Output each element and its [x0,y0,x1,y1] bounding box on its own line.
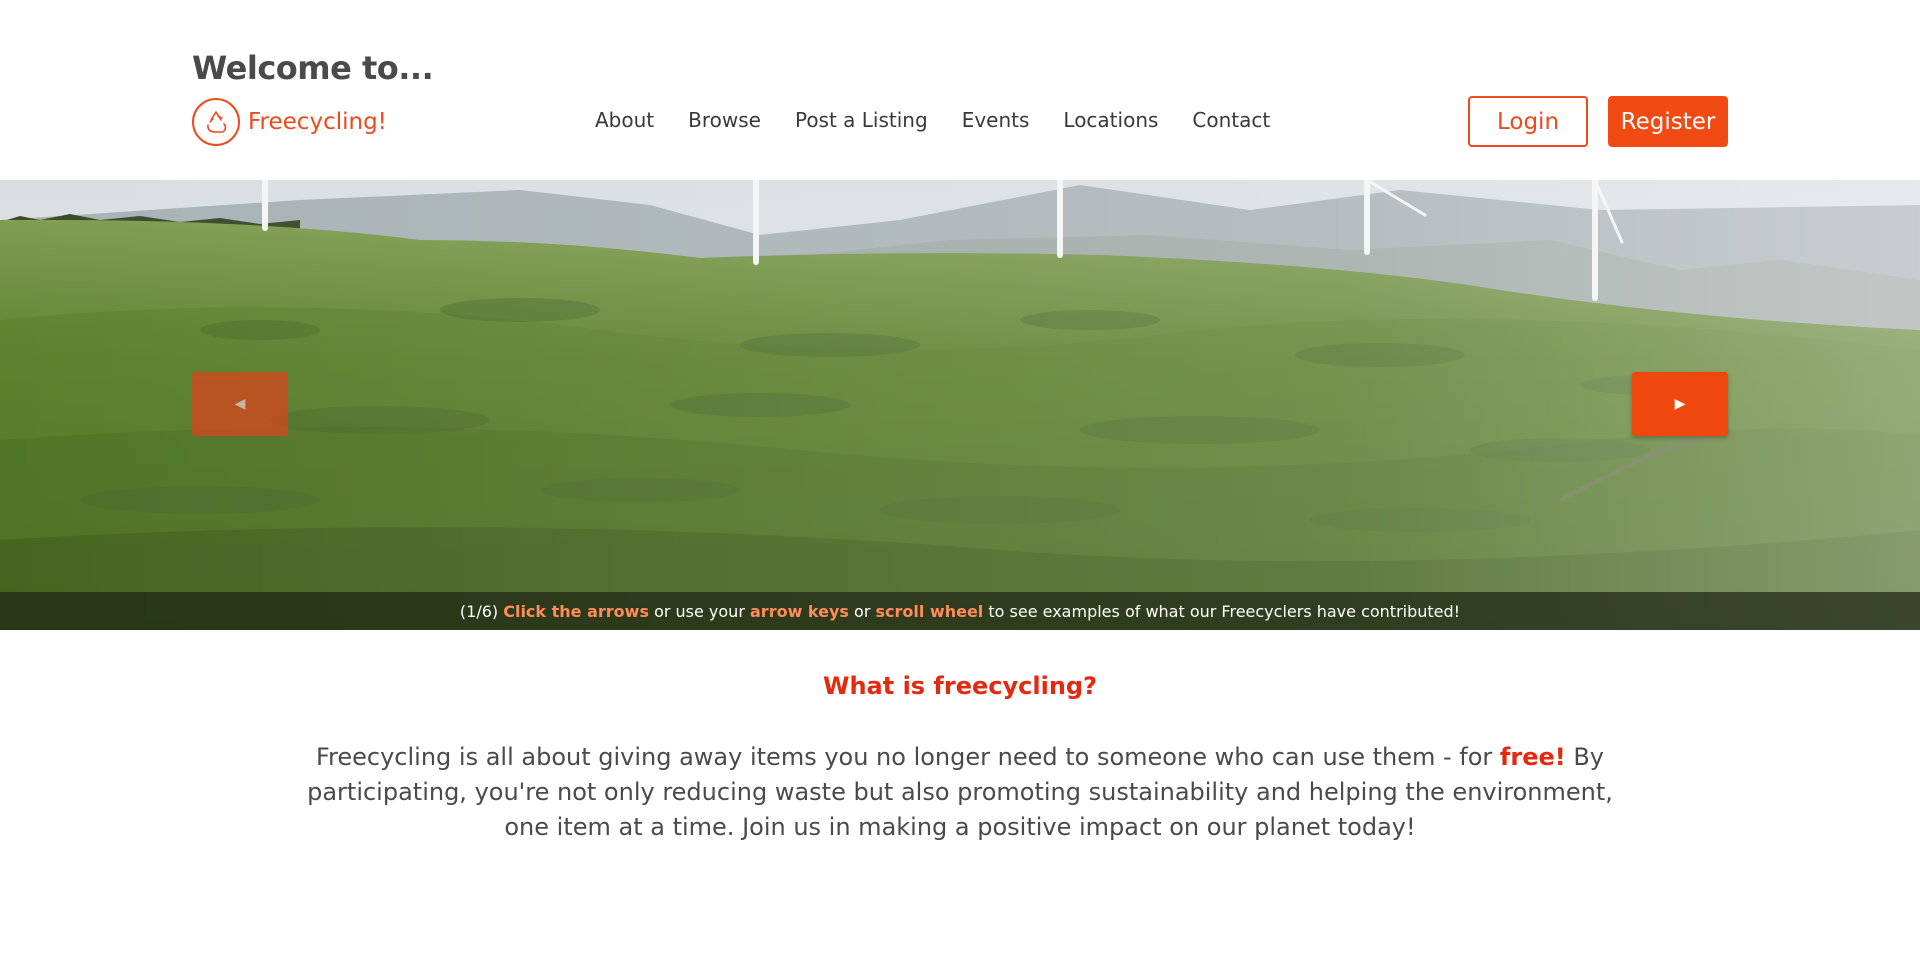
carousel-next-button[interactable]: ▶ [1632,372,1728,436]
caption-highlight-arrows: Click the arrows [503,601,649,621]
caption-highlight-arrow-keys: arrow keys [750,601,849,621]
register-button[interactable]: Register [1608,96,1728,147]
carousel-caption: (1/6) Click the arrows or use your arrow… [0,592,1920,630]
nav-locations[interactable]: Locations [1063,108,1158,132]
logo-text: Freecycling! [248,109,387,135]
caption-text: or [854,601,871,621]
intro-text: Freecycling is all about giving away ite… [315,743,1493,771]
triangle-right-icon: ▶ [1674,396,1686,412]
nav-about[interactable]: About [595,108,654,132]
login-button[interactable]: Login [1468,96,1588,147]
intro-body: Freecycling is all about giving away ite… [300,740,1620,845]
brand: Welcome to... Freecycling! [192,48,434,146]
recycle-icon [192,98,240,146]
nav-browse[interactable]: Browse [688,108,761,132]
nav-contact[interactable]: Contact [1192,108,1270,132]
welcome-heading: Welcome to... [192,49,434,87]
main-nav: About Browse Post a Listing Events Locat… [595,108,1270,132]
carousel-prev-button[interactable]: ◀ [192,372,288,436]
intro-free-highlight: free! [1499,743,1566,771]
triangle-left-icon: ◀ [234,396,246,412]
logo[interactable]: Freecycling! [192,98,433,146]
intro-title: What is freecycling? [822,672,1098,700]
nav-events[interactable]: Events [962,108,1030,132]
nav-post-listing[interactable]: Post a Listing [795,108,928,132]
slide-counter: (1/6) [459,601,499,621]
caption-highlight-scroll-wheel: scroll wheel [875,601,984,621]
caption-text: to see examples of what our Freecyclers … [988,601,1461,621]
caption-text: or use your [654,601,745,621]
hero-carousel[interactable]: ◀ ▶ (1/6) Click the arrows or use your a… [0,180,1920,630]
site-header: Welcome to... Freecycling! About Browse … [0,0,1920,180]
